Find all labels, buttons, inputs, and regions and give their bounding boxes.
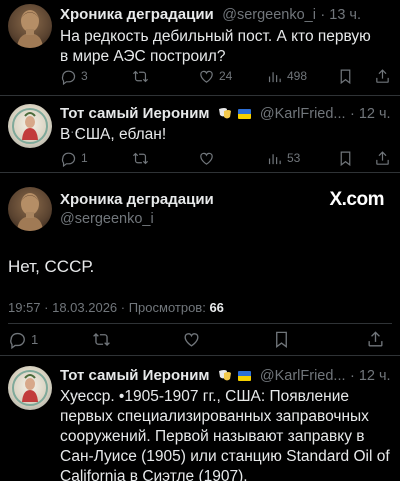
share-icon: [374, 68, 391, 85]
tweet-text: Хуесср. •1905-1907 гг., США: Появление п…: [60, 388, 390, 481]
views-button[interactable]: 53: [266, 148, 300, 168]
like-count: 24: [219, 69, 233, 83]
tweet-time[interactable]: · 13 ч.: [320, 7, 361, 23]
views-icon: [266, 68, 283, 85]
share-button[interactable]: [374, 66, 391, 86]
theater-mask-emoji: [218, 108, 231, 119]
avatar[interactable]: [8, 4, 52, 48]
author-handle[interactable]: @KarlFried...: [260, 368, 346, 384]
tweet-text: Нет, СССР.: [8, 257, 95, 276]
bookmark-button[interactable]: [272, 329, 291, 349]
reply-icon: [60, 150, 77, 167]
retweet-icon: [132, 150, 149, 167]
tweet-hieronymus-2[interactable]: Тот самый Иероним @KarlFried... · 12 ч. …: [0, 356, 400, 481]
tweet-meta[interactable]: 19:57 · 18.03.2026 · Просмотров:: [8, 300, 209, 315]
bookmark-icon: [272, 330, 291, 349]
tweet-text: На редкость дебильный пост. А кто первую…: [60, 28, 371, 65]
like-icon: [182, 330, 201, 349]
retweet-button[interactable]: [92, 329, 111, 349]
bookmark-icon: [337, 68, 354, 85]
tweet-hieronymus-1[interactable]: Тот самый Иероним @KarlFried... · 12 ч. …: [0, 96, 400, 172]
avatar[interactable]: [8, 187, 52, 231]
painting-portrait-icon: [12, 370, 48, 406]
author-name[interactable]: Тот самый Иероним: [60, 367, 210, 384]
avatar[interactable]: [8, 366, 52, 410]
divider: [8, 323, 392, 324]
tweet-time[interactable]: · 12 ч.: [350, 106, 391, 122]
bookmark-button[interactable]: [337, 66, 354, 86]
views-icon: [266, 150, 283, 167]
like-button[interactable]: 24: [198, 66, 232, 86]
author-handle[interactable]: @KarlFried...: [260, 106, 346, 122]
reply-icon: [8, 330, 27, 349]
ukraine-flag-emoji: [238, 109, 252, 119]
reply-button[interactable]: 3: [60, 66, 88, 86]
share-button[interactable]: [374, 148, 391, 168]
bust-portrait-icon: [17, 10, 43, 48]
views-count: 53: [287, 151, 301, 165]
bookmark-button[interactable]: [337, 148, 354, 168]
retweet-icon: [92, 330, 111, 349]
tweet-text: В США, еблан!: [60, 126, 167, 143]
reply-count: 3: [81, 69, 88, 83]
reply-button[interactable]: 1: [8, 329, 38, 349]
bust-portrait-icon: [17, 193, 43, 231]
x-com-watermark: X.com: [329, 189, 384, 210]
avatar[interactable]: [8, 104, 52, 148]
author-name[interactable]: Хроника деградации: [60, 6, 214, 23]
focused-tweet: Хроника деградации @sergeenko_i X.com Не…: [0, 173, 400, 353]
retweet-button[interactable]: [132, 148, 149, 168]
author-name[interactable]: Тот самый Иероним: [60, 105, 210, 122]
views-button[interactable]: 498: [266, 66, 307, 86]
like-icon: [198, 150, 215, 167]
tweet-sergeenko-1[interactable]: Хроника деградации @sergeenko_i · 13 ч. …: [0, 0, 400, 96]
author-handle[interactable]: @sergeenko_i: [222, 7, 316, 23]
reply-count: 1: [31, 331, 39, 347]
reply-icon: [60, 68, 77, 85]
retweet-button[interactable]: [132, 66, 149, 86]
author-name[interactable]: Хроника деградации: [60, 191, 214, 208]
like-button[interactable]: [182, 329, 201, 349]
ukraine-flag-emoji: [238, 371, 252, 381]
painting-portrait-icon: [12, 108, 48, 144]
views-total: 66: [209, 300, 224, 315]
share-icon: [366, 330, 385, 349]
retweet-icon: [132, 68, 149, 85]
author-handle[interactable]: @sergeenko_i: [60, 211, 154, 227]
bookmark-icon: [337, 150, 354, 167]
like-icon: [198, 68, 215, 85]
share-button[interactable]: [366, 329, 385, 349]
like-button[interactable]: [198, 148, 215, 168]
theater-mask-emoji: [218, 370, 231, 381]
views-count: 498: [287, 69, 308, 83]
reply-button[interactable]: 1: [60, 148, 88, 168]
tweet-time[interactable]: · 12 ч.: [350, 368, 391, 384]
share-icon: [374, 150, 391, 167]
reply-count: 1: [81, 151, 88, 165]
